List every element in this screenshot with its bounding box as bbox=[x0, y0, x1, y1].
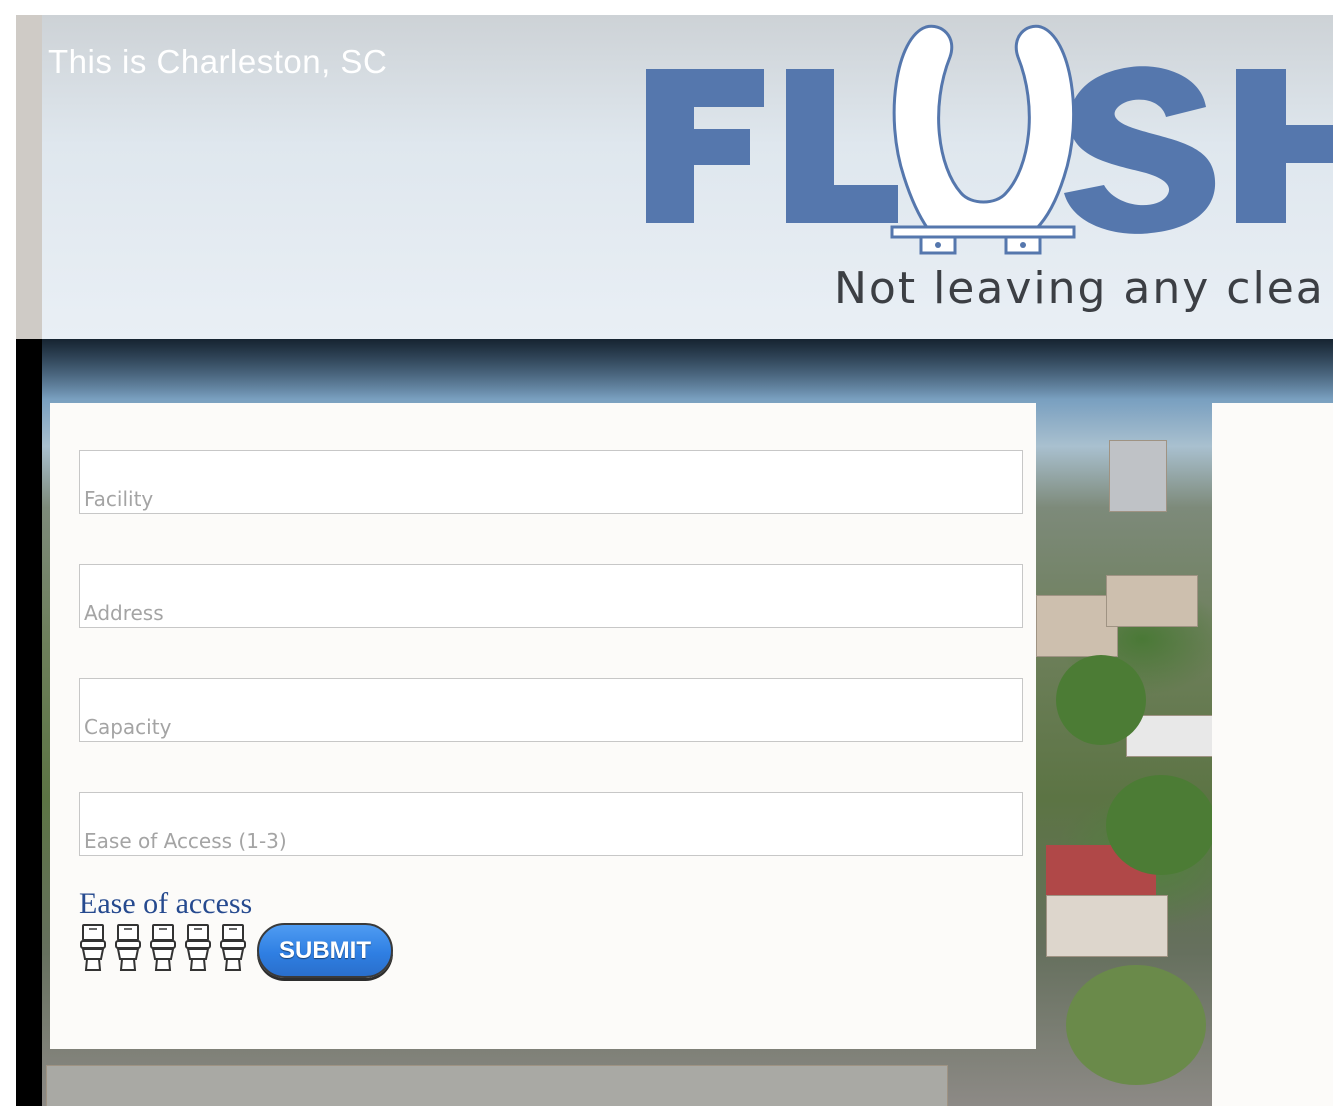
capacity-field[interactable] bbox=[79, 678, 1023, 742]
photo-tree bbox=[1106, 775, 1216, 875]
header-banner: This is Charleston, SC Not leaving any c… bbox=[16, 15, 1333, 339]
ease-rating[interactable] bbox=[79, 923, 247, 973]
ease-of-access-label: Ease of access bbox=[79, 887, 253, 920]
photo-rooftops bbox=[46, 1065, 948, 1106]
toilet-icon[interactable] bbox=[184, 923, 212, 973]
photo-shade bbox=[42, 339, 1333, 399]
photo-tree bbox=[1066, 965, 1206, 1085]
submit-button[interactable]: SUBMIT bbox=[257, 923, 393, 978]
toilet-icon[interactable] bbox=[149, 923, 177, 973]
toilet-icon[interactable] bbox=[79, 923, 107, 973]
ease-of-access-field[interactable] bbox=[79, 792, 1023, 856]
ease-of-access-input[interactable] bbox=[80, 793, 1022, 855]
header-side-strip bbox=[16, 15, 42, 339]
address-field[interactable] bbox=[79, 564, 1023, 628]
address-input[interactable] bbox=[80, 565, 1022, 627]
toilet-icon[interactable] bbox=[114, 923, 142, 973]
photo-building bbox=[1046, 895, 1168, 957]
add-facility-form: Ease of access bbox=[50, 403, 1036, 1049]
side-panel bbox=[1212, 403, 1333, 1106]
photo-building bbox=[1109, 440, 1167, 512]
capacity-input[interactable] bbox=[80, 679, 1022, 741]
location-title: This is Charleston, SC bbox=[48, 43, 388, 80]
photo-building bbox=[1106, 575, 1198, 627]
facility-input[interactable] bbox=[80, 451, 1022, 513]
facility-field[interactable] bbox=[79, 450, 1023, 514]
logo-tagline: Not leaving any clea bbox=[834, 263, 1325, 314]
toilet-icon[interactable] bbox=[219, 923, 247, 973]
photo-tree bbox=[1056, 655, 1146, 745]
